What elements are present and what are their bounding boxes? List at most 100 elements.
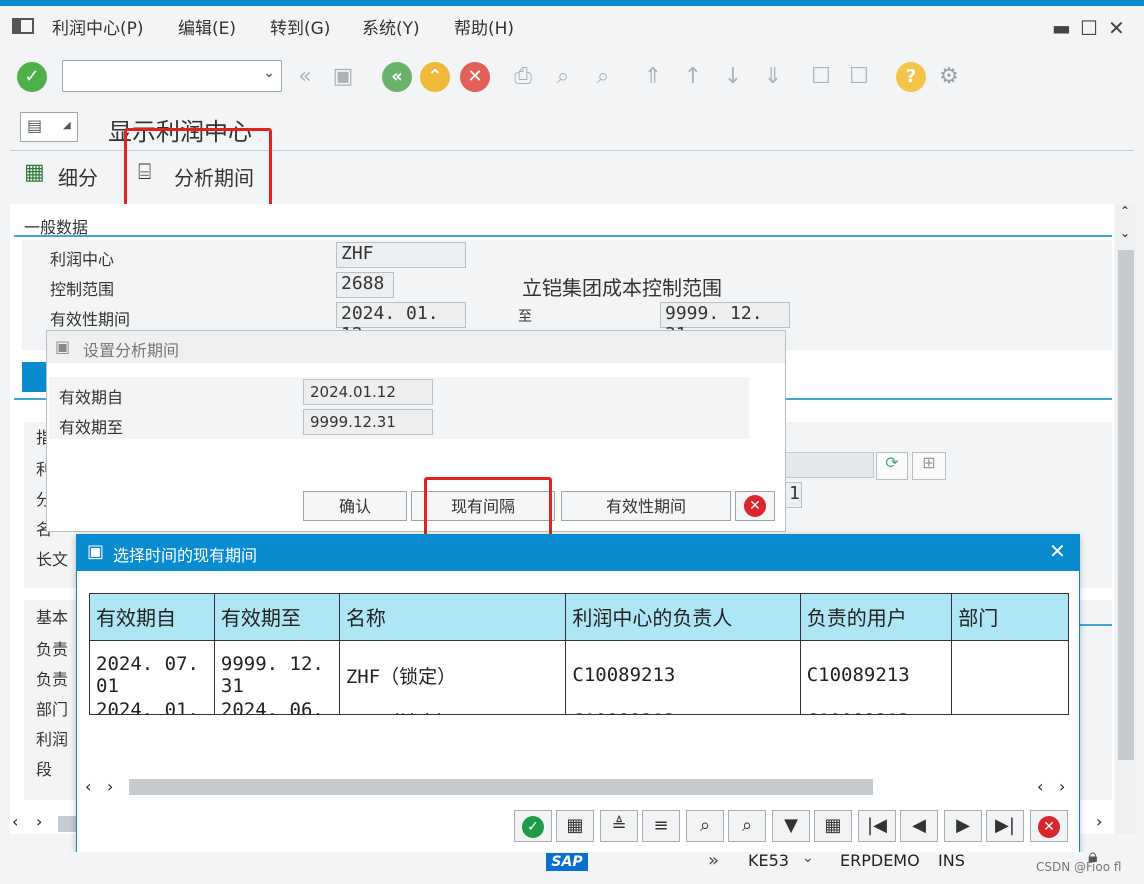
maximize-icon[interactable]: ☐ [1080, 16, 1098, 40]
filter-icon: ▼ [784, 815, 798, 836]
scroll-up-icon[interactable]: ⌃ [1120, 204, 1130, 218]
dlg-scroll-thumb[interactable] [129, 779, 873, 795]
sort-ascending-button[interactable]: ≜ [600, 810, 638, 842]
settings-gear-icon[interactable]: ⚙ [936, 64, 962, 90]
col-department[interactable]: 部门 [951, 594, 1068, 640]
dlg-to-field[interactable]: 9999.12.31 [303, 409, 433, 435]
select-dialog-close-icon[interactable]: ✕ [1049, 539, 1066, 563]
next-page-icon[interactable]: ↓ [720, 64, 746, 90]
status-expand-icon[interactable]: » [708, 850, 719, 871]
cell-valid-from[interactable]: 2024. 07. 01 [90, 652, 215, 698]
bg-input[interactable] [784, 452, 874, 478]
close-window-icon[interactable]: ✕ [1108, 16, 1125, 40]
col-user-responsible[interactable]: 负责的用户 [800, 594, 953, 640]
cell-valid-from[interactable]: 2024. 01. 12 [90, 698, 215, 714]
cell-department[interactable] [952, 652, 1068, 698]
tab-indicator[interactable] [22, 362, 46, 392]
filter-button[interactable]: ▼ [772, 810, 810, 842]
back-icon[interactable]: « [382, 62, 412, 92]
col-person-responsible[interactable]: 利润中心的负责人 [565, 594, 801, 640]
cancel-button[interactable]: ✕ [1030, 810, 1068, 842]
new-session-icon[interactable]: ☐ [808, 64, 834, 90]
hscroll-left-icon[interactable]: ‹ [12, 812, 18, 831]
cell-person[interactable]: C10089213 [565, 652, 801, 698]
table-row[interactable]: 2024. 07. 01 9999. 12. 31 ZHF（锁定） C10089… [90, 652, 1068, 698]
valid-to-field[interactable]: 9999. 12. 31 [660, 302, 790, 345]
dlg-scroll-right2-icon[interactable]: › [1059, 777, 1065, 796]
col-valid-to[interactable]: 有效期至 [214, 594, 340, 640]
first-page-button[interactable]: |◀ [858, 810, 896, 842]
cell-person[interactable]: C10089213 [565, 698, 801, 714]
cell-valid-to[interactable]: 9999. 12. 31 [214, 652, 340, 698]
scroll-thumb[interactable] [1118, 250, 1134, 760]
details-button[interactable]: ▦ [556, 810, 594, 842]
valid-from-field[interactable]: 2024. 01. 12 [336, 302, 466, 345]
menu-system[interactable]: 系统(Y) [362, 14, 420, 39]
find-next-icon[interactable]: ⌕ [590, 64, 616, 90]
hscroll-right-icon[interactable]: › [36, 812, 42, 831]
confirm-button[interactable]: 确认 [303, 491, 407, 521]
bg-hierarchy-icon[interactable]: ⊞ [912, 452, 946, 480]
dlg-scroll-left-icon[interactable]: ‹ [85, 777, 91, 796]
next-page-button[interactable]: ▶ [944, 810, 982, 842]
col-name[interactable]: 名称 [339, 594, 567, 640]
find-button[interactable]: ⌕ [686, 810, 724, 842]
bg-refresh-icon[interactable]: ⟳ [876, 452, 908, 480]
save-icon[interactable]: ▣ [330, 64, 356, 90]
cell-user[interactable]: C10089213 [800, 652, 953, 698]
minimize-icon[interactable]: ▬ [1052, 16, 1071, 40]
layout-button[interactable]: ▦ [814, 810, 852, 842]
basic-label-3: 部门 [36, 700, 69, 719]
vertical-scrollbar[interactable]: ⌃ ⌄ [1116, 204, 1136, 834]
last-page-icon[interactable]: ⇓ [760, 64, 786, 90]
double-chevron-left-icon[interactable]: « [292, 64, 318, 90]
details-icon: ▦ [566, 815, 584, 836]
dlg-scroll-left2-icon[interactable]: ‹ [1037, 777, 1043, 796]
previous-page-button[interactable]: ◀ [900, 810, 938, 842]
cell-department[interactable] [952, 698, 1068, 714]
bg-partial-field[interactable]: 1 [784, 482, 802, 508]
command-field[interactable]: ⌄ [62, 60, 282, 92]
dlg-cancel-button[interactable]: ✕ [735, 491, 775, 521]
first-page-icon[interactable]: ⇑ [640, 64, 666, 90]
exit-icon[interactable]: ⌃ [420, 62, 450, 92]
col-valid-from[interactable]: 有效期自 [90, 594, 215, 640]
enter-check-icon[interactable]: ✓ [17, 62, 47, 92]
print-icon[interactable]: ⎙ [510, 64, 536, 90]
window-menu-icon[interactable] [12, 16, 36, 40]
validity-period-button[interactable]: 有效性期间 [561, 491, 731, 521]
last-page-button[interactable]: ▶| [986, 810, 1024, 842]
scroll-down-icon[interactable]: ⌄ [1120, 226, 1130, 240]
find-icon[interactable]: ⌕ [550, 64, 576, 90]
previous-page-icon[interactable]: ↑ [680, 64, 706, 90]
main-hscroll[interactable]: ‹ › [10, 812, 76, 836]
main-hscroll-right-icon[interactable]: › [1096, 812, 1102, 831]
menu-edit[interactable]: 编辑(E) [178, 14, 236, 39]
choose-button[interactable]: ✓ [514, 810, 552, 842]
table-spacer-row [90, 640, 1068, 652]
sort-descending-button[interactable]: ≡ [642, 810, 680, 842]
cell-name[interactable]: ZHF（锁定） [339, 652, 567, 698]
menu-profit-center[interactable]: 利润中心(P) [52, 14, 144, 39]
menu-goto[interactable]: 转到(G) [270, 14, 330, 39]
chevron-down-icon[interactable]: ⌄ [263, 65, 275, 81]
help-icon[interactable]: ? [896, 62, 926, 92]
cancel-icon[interactable]: ✕ [460, 62, 490, 92]
dialog-hscroll[interactable]: ‹ › ‹ › [77, 775, 1079, 801]
screen-menu-button[interactable]: ▤ ◢ [20, 112, 78, 142]
cell-user[interactable]: C10089213 [800, 698, 953, 714]
control-area-label: 控制范围 [50, 280, 115, 299]
period-table: 有效期自 有效期至 名称 利润中心的负责人 负责的用户 部门 2024. 07.… [89, 593, 1069, 715]
menu-help[interactable]: 帮助(H) [454, 14, 514, 39]
dlg-from-field[interactable]: 2024.01.12 [303, 379, 433, 405]
find-next-button[interactable]: ⌕ [728, 810, 766, 842]
table-row[interactable]: 2024. 01. 12 2024. 06. 30 ZHF（锁定） C10089… [90, 698, 1068, 714]
status-chevron-down-icon[interactable]: ⌄ [802, 850, 814, 866]
cell-name[interactable]: ZHF（锁定） [339, 698, 567, 714]
profit-center-field[interactable]: ZHF [336, 242, 466, 268]
dlg-scroll-right-icon[interactable]: › [107, 777, 113, 796]
cell-valid-to[interactable]: 2024. 06. 30 [214, 698, 340, 714]
control-area-field[interactable]: 2688 [336, 272, 394, 298]
hscroll-thumb[interactable] [58, 816, 76, 832]
shortcut-icon[interactable]: ☐ [846, 64, 872, 90]
